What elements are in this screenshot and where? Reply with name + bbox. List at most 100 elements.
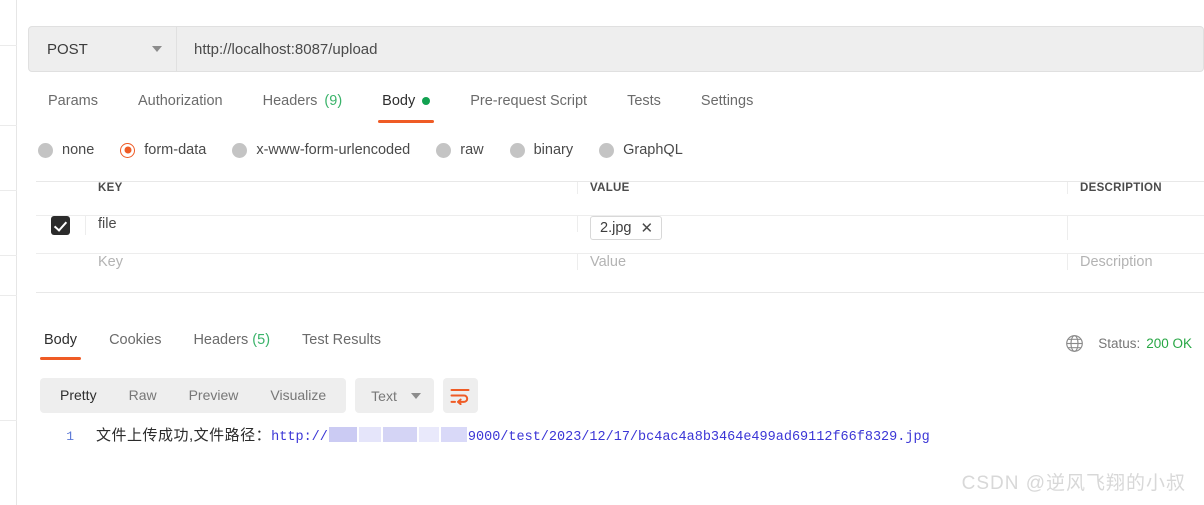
tab-label: Settings — [700, 93, 754, 109]
watermark: CSDN @逆风飞翔的小叔 — [961, 473, 1186, 494]
globe-icon[interactable] — [1065, 334, 1084, 353]
body-indicator-dot-icon — [422, 97, 431, 105]
body-type-radio-group: none form-data x-www-form-urlencoded raw… — [38, 142, 683, 158]
tab-label: Headers — [193, 332, 249, 348]
response-tab-headers[interactable]: Headers (5) — [177, 330, 286, 360]
radio-label: form-data — [144, 142, 207, 158]
request-url-value: http://localhost:8087/upload — [194, 40, 378, 58]
response-view-mode-group: Pretty Raw Preview Visualize — [40, 378, 347, 413]
view-mode-visualize[interactable]: Visualize — [254, 378, 342, 413]
status-badge: 200 OK — [1146, 336, 1192, 351]
file-chip-label: 2.jpg — [600, 220, 632, 236]
url-bar: POST http://localhost:8087/upload — [28, 26, 1204, 72]
tab-label: Pre-request Script — [470, 93, 588, 109]
radio-binary[interactable]: binary — [509, 142, 574, 158]
tab-pre-request-script[interactable]: Pre-request Script — [450, 88, 607, 123]
remove-file-icon[interactable]: ✕ — [640, 221, 653, 236]
view-mode-pretty[interactable]: Pretty — [44, 378, 113, 413]
response-message-text: 文件上传成功,文件路径： — [96, 427, 272, 444]
response-headers-count: (5) — [252, 332, 271, 348]
sidebar-divider — [0, 295, 17, 296]
table-header-row: KEY VALUE DESCRIPTION — [36, 182, 1204, 216]
tab-settings[interactable]: Settings — [681, 88, 773, 123]
request-tabs: Params Authorization Headers (9) Body Pr… — [28, 88, 773, 128]
sidebar-divider — [0, 45, 17, 46]
response-format-label: Text — [371, 387, 397, 404]
response-body-viewer: 1 文件上传成功,文件路径： http:// 9000/test/2023/12… — [40, 424, 1204, 445]
radio-graphql[interactable]: GraphQL — [599, 142, 683, 158]
row-checkbox-cell — [36, 216, 86, 235]
new-description-input[interactable]: Description — [1068, 254, 1204, 270]
radio-form-data[interactable]: form-data — [120, 142, 206, 158]
radio-none[interactable]: none — [38, 142, 94, 158]
url-prefix: http:// — [271, 430, 328, 445]
response-tab-body[interactable]: Body — [28, 330, 93, 360]
response-toolbar: Pretty Raw Preview Visualize Text — [40, 378, 478, 413]
tab-authorization[interactable]: Authorization — [118, 88, 243, 123]
tab-headers[interactable]: Headers (9) — [243, 88, 363, 123]
row-key-input[interactable]: file — [86, 216, 578, 232]
sidebar-divider — [0, 125, 17, 126]
tab-label: Tests — [627, 93, 661, 109]
radio-x-www-form-urlencoded[interactable]: x-www-form-urlencoded — [232, 142, 410, 158]
request-response-pane: POST http://localhost:8087/upload Params… — [18, 0, 1204, 505]
response-tab-test-results[interactable]: Test Results — [286, 330, 397, 360]
header-value: VALUE — [578, 182, 1068, 194]
row-value-cell[interactable]: 2.jpg ✕ — [578, 216, 1068, 240]
url-suffix: 9000/test/2023/12/17/bc4ac4a8b3464e499ad… — [467, 430, 930, 445]
radio-label: x-www-form-urlencoded — [256, 142, 411, 158]
header-key: KEY — [86, 182, 578, 194]
redacted-block — [418, 427, 439, 442]
http-method-label: POST — [47, 40, 88, 58]
sidebar-divider — [0, 255, 17, 256]
radio-raw[interactable]: raw — [436, 142, 484, 158]
radio-icon — [38, 142, 53, 158]
word-wrap-icon — [450, 388, 470, 405]
word-wrap-button[interactable] — [442, 378, 478, 413]
radio-icon — [509, 142, 525, 158]
collapsed-sidebar-sliver — [0, 0, 17, 505]
tab-label: Authorization — [137, 93, 223, 109]
response-format-select[interactable]: Text — [355, 378, 434, 413]
tab-label: Headers — [262, 93, 318, 109]
tab-label: Body — [44, 332, 78, 348]
line-number: 1 — [66, 429, 74, 444]
tab-label: Cookies — [109, 332, 162, 348]
view-mode-raw[interactable]: Raw — [113, 378, 173, 413]
tab-tests[interactable]: Tests — [607, 88, 681, 123]
radio-label: GraphQL — [623, 142, 683, 158]
view-mode-preview[interactable]: Preview — [173, 378, 255, 413]
chevron-down-icon — [152, 46, 162, 52]
table-row-empty: Key Value Description — [36, 254, 1204, 292]
response-tab-cookies[interactable]: Cookies — [93, 330, 177, 360]
tab-params[interactable]: Params — [28, 88, 118, 123]
radio-label: none — [62, 142, 95, 158]
radio-selected-icon — [120, 142, 136, 158]
response-tabs: Body Cookies Headers (5) Test Results — [28, 330, 397, 360]
sidebar-divider — [0, 420, 17, 421]
new-key-input[interactable]: Key — [86, 254, 578, 270]
chevron-down-icon — [410, 392, 421, 399]
radio-icon — [436, 142, 452, 158]
status-label: Status: — [1098, 336, 1141, 351]
form-data-table: KEY VALUE DESCRIPTION file 2.jpg ✕ Key V… — [36, 181, 1204, 293]
radio-label: binary — [533, 142, 574, 158]
redacted-block — [440, 427, 467, 442]
file-chip[interactable]: 2.jpg ✕ — [590, 216, 663, 240]
request-url-input[interactable]: http://localhost:8087/upload — [177, 26, 1204, 72]
header-description: DESCRIPTION — [1080, 182, 1162, 194]
new-value-input[interactable]: Value — [578, 254, 1068, 270]
row-enabled-checkbox[interactable] — [51, 216, 70, 235]
radio-icon — [599, 142, 615, 158]
tab-label: Test Results — [302, 332, 382, 348]
table-row: file 2.jpg ✕ — [36, 216, 1204, 254]
response-status-area: Status: 200 OK — [1065, 334, 1192, 353]
response-body-line[interactable]: 文件上传成功,文件路径： http:// 9000/test/2023/12/1… — [74, 424, 930, 445]
tab-label: Body — [382, 93, 416, 109]
row-key-value: file — [98, 216, 117, 232]
response-file-url: http:// 9000/test/2023/12/17/bc4ac4a8b34… — [271, 425, 930, 445]
tab-label: Params — [48, 93, 98, 109]
radio-label: raw — [460, 142, 484, 158]
tab-body[interactable]: Body — [362, 88, 450, 123]
http-method-select[interactable]: POST — [28, 26, 177, 72]
